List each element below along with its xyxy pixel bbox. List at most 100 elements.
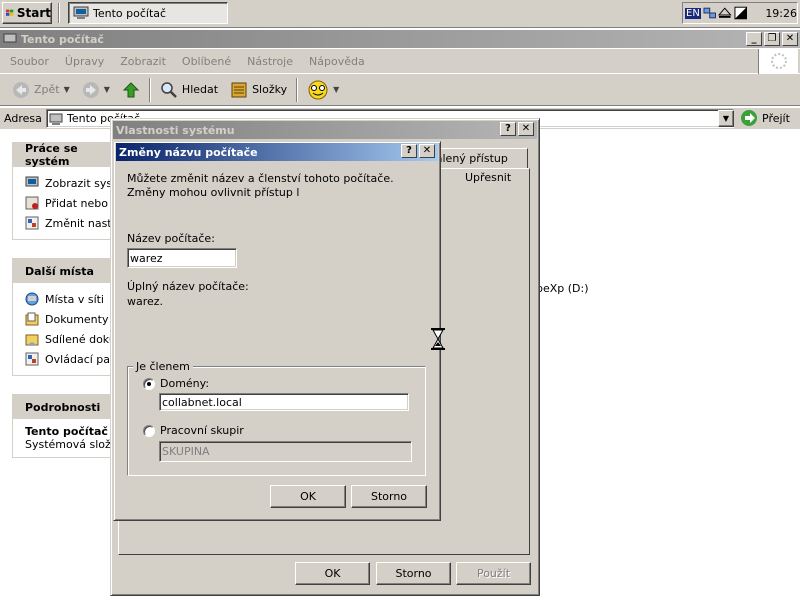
- domain-radio-option[interactable]: Domény:: [143, 377, 209, 390]
- domain-input[interactable]: collabnet.local: [159, 393, 409, 411]
- eject-icon[interactable]: [718, 6, 732, 20]
- display-icon[interactable]: [734, 6, 748, 20]
- place-shared-documents[interactable]: Sdílené dokur: [25, 329, 117, 349]
- domain-radio[interactable]: [143, 377, 155, 390]
- details-name: Tento počítač: [25, 425, 108, 438]
- menu-napoveda[interactable]: Nápověda: [309, 55, 365, 68]
- toolbar-separator: [296, 77, 299, 102]
- monitor-icon: [25, 176, 39, 187]
- rename-dialog-title-bar[interactable]: Změny názvu počítače: [116, 143, 438, 161]
- task-add-remove-programs[interactable]: Přidat nebo c: [25, 193, 117, 213]
- rename-description: Můžete změnit název a členství tohoto po…: [127, 172, 394, 199]
- rename-cancel-button[interactable]: Storno: [351, 485, 427, 508]
- start-button[interactable]: Start: [2, 2, 52, 24]
- forward-dropdown-icon[interactable]: ▼: [104, 85, 110, 94]
- rename-ok-button[interactable]: OK: [270, 485, 346, 508]
- go-button[interactable]: Přejít: [740, 108, 798, 128]
- address-label: Adresa: [4, 112, 42, 125]
- documents-folder-icon: [25, 312, 39, 326]
- views-button[interactable]: ▼: [301, 77, 345, 103]
- computer-name-label: Název počítače:: [127, 232, 215, 245]
- menu-upravy[interactable]: Úpravy: [65, 55, 104, 68]
- network-icon[interactable]: [703, 6, 717, 20]
- panel-header[interactable]: Podrobnosti: [13, 395, 117, 419]
- panel-details: Podrobnosti Tento počítač Systémová slož…: [12, 394, 118, 458]
- menu-nastroje[interactable]: Nástroje: [247, 55, 293, 68]
- task-change-setting[interactable]: Změnit nasta: [25, 213, 117, 233]
- system-cancel-button[interactable]: Storno: [376, 562, 451, 585]
- place-documents[interactable]: Dokumenty: [25, 309, 117, 329]
- place-label: Místa v síti: [45, 292, 104, 306]
- place-label: Sdílené dokur: [45, 332, 117, 346]
- task-view-system-info[interactable]: Zobrazit syst: [25, 173, 117, 193]
- computer-icon: [73, 6, 89, 19]
- member-of-legend: Je členem: [133, 360, 193, 373]
- up-button[interactable]: [116, 77, 146, 103]
- search-icon: [161, 81, 177, 98]
- smiley-icon: [308, 80, 328, 99]
- place-network[interactable]: Místa v síti: [25, 289, 117, 309]
- programs-icon: [25, 196, 39, 210]
- hourglass-cursor-icon: [431, 328, 445, 350]
- system-properties-controls: ? ✕: [500, 122, 534, 136]
- menu-soubor[interactable]: Soubor: [10, 55, 49, 68]
- restore-button[interactable]: ❐: [764, 32, 780, 46]
- taskbar-item-tento-pocitac[interactable]: Tento počítač: [68, 2, 228, 24]
- task-label: Zobrazit syst: [45, 176, 117, 190]
- full-name-label: Úplný název počítače:: [127, 280, 249, 293]
- taskbar-item-label: Tento počítač: [93, 6, 167, 20]
- control-panel-icon: [25, 352, 39, 366]
- task-label: Změnit nasta: [45, 216, 117, 230]
- forward-button[interactable]: ▼: [76, 77, 116, 103]
- clock: 19:26: [765, 6, 798, 20]
- address-dropdown-button[interactable]: ▼: [718, 110, 734, 127]
- go-arrow-icon: [741, 110, 757, 126]
- back-dropdown-icon[interactable]: ▼: [64, 85, 70, 94]
- folders-icon: [231, 82, 247, 97]
- back-label: Zpět: [34, 83, 60, 96]
- language-indicator[interactable]: EN: [685, 7, 701, 19]
- forward-arrow-icon: [82, 81, 99, 98]
- taskbar-separator: [58, 3, 60, 23]
- explorer-window-controls: _ ❐ ✕: [746, 32, 798, 46]
- search-button[interactable]: Hledat: [154, 77, 224, 103]
- back-button[interactable]: Zpět ▼: [6, 77, 76, 103]
- domain-label: Domény:: [160, 377, 210, 390]
- workgroup-radio-option[interactable]: Pracovní skupir: [143, 424, 244, 437]
- workgroup-input[interactable]: SKUPINA: [159, 441, 412, 462]
- panel-system-tasks: Práce se systém Zobrazit syst Přidat neb…: [12, 142, 118, 240]
- control-panel-icon: [25, 216, 39, 230]
- windows-flag-box: [758, 49, 798, 74]
- menu-oblibene[interactable]: Oblíbené: [182, 55, 231, 68]
- close-button[interactable]: ✕: [518, 122, 534, 136]
- place-control-panel[interactable]: Ovládací pan: [25, 349, 117, 369]
- menu-zobrazit[interactable]: Zobrazit: [120, 55, 166, 68]
- tab-advanced[interactable]: Upřesnit: [432, 168, 530, 186]
- panel-header[interactable]: Další místa: [13, 259, 117, 283]
- close-button[interactable]: ✕: [419, 144, 435, 158]
- workgroup-radio[interactable]: [143, 424, 155, 437]
- computer-icon: [49, 113, 63, 125]
- search-label: Hledat: [181, 83, 219, 96]
- panel-header[interactable]: Práce se systém: [13, 142, 117, 168]
- system-tray: EN 19:26: [682, 2, 798, 24]
- up-folder-icon: [122, 81, 140, 97]
- throbber-icon: [771, 53, 787, 69]
- system-ok-button[interactable]: OK: [295, 562, 370, 585]
- system-properties-title-bar[interactable]: Vlastnosti systému: [113, 121, 537, 139]
- views-dropdown-icon[interactable]: ▼: [333, 85, 339, 94]
- place-label: Dokumenty: [45, 312, 109, 326]
- minimize-button[interactable]: _: [746, 32, 762, 46]
- explorer-title-bar[interactable]: Tento počítač: [0, 30, 800, 48]
- network-places-icon: [25, 292, 39, 306]
- close-button[interactable]: ✕: [782, 32, 798, 46]
- go-label: Přejít: [762, 111, 790, 125]
- help-button[interactable]: ?: [500, 122, 516, 136]
- rename-dialog-controls: ? ✕: [401, 144, 435, 158]
- system-apply-button[interactable]: Použít: [456, 562, 531, 585]
- drive-d-label[interactable]: beXp (D:): [536, 282, 589, 295]
- help-button[interactable]: ?: [401, 144, 417, 158]
- folders-button[interactable]: Složky: [224, 77, 293, 103]
- place-label: Ovládací pan: [45, 352, 117, 366]
- computer-name-input[interactable]: warez: [127, 248, 237, 268]
